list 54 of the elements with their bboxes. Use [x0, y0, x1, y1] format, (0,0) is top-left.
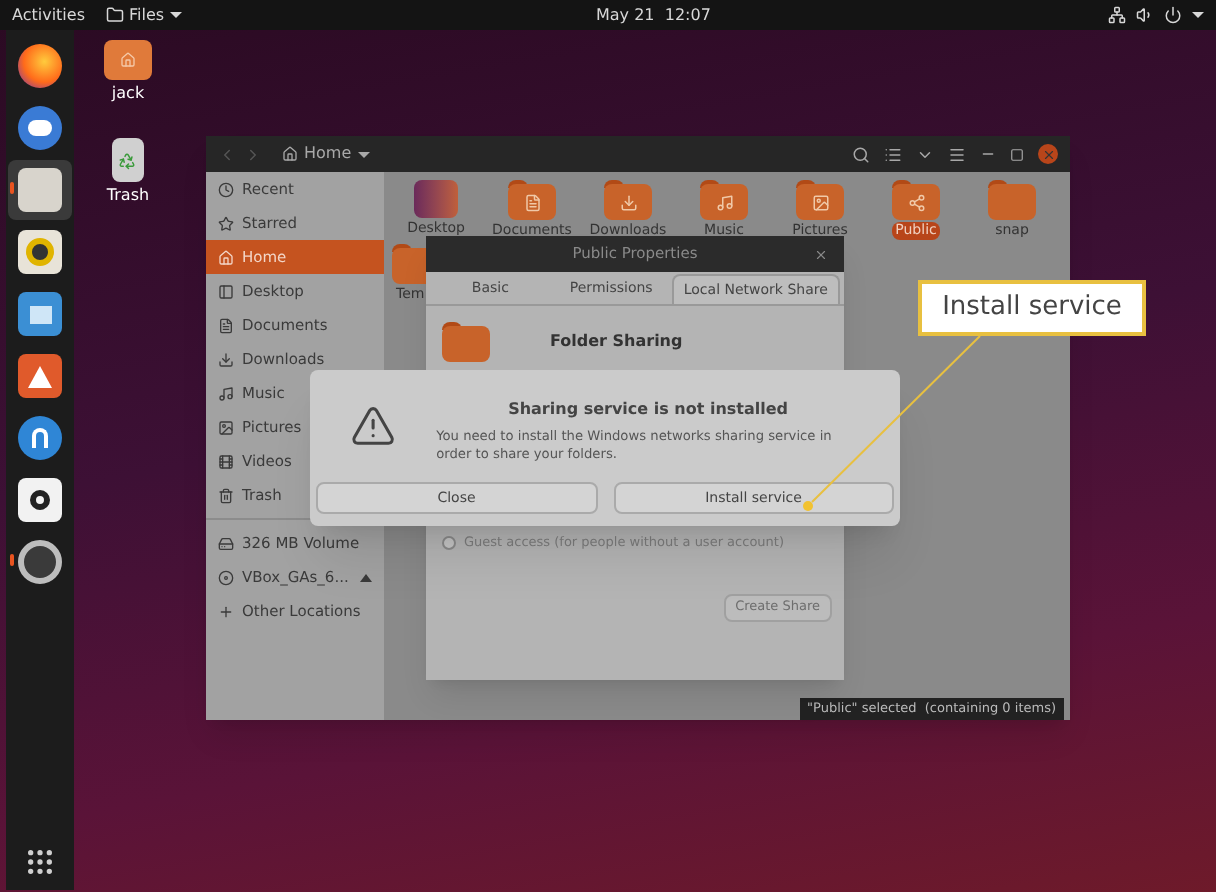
folder-icon	[105, 6, 123, 24]
music-note-icon	[218, 385, 234, 401]
callout-label: Install service	[918, 280, 1146, 336]
folder-icon	[700, 180, 748, 220]
document-icon[interactable]	[18, 292, 62, 336]
close-icon[interactable]	[814, 247, 828, 261]
list-view-icon[interactable]	[884, 145, 902, 163]
folder-icon	[892, 180, 940, 220]
picture-icon	[218, 419, 234, 435]
folder-icon[interactable]	[18, 168, 62, 212]
desktop-icon-label[interactable]: Trash	[106, 184, 150, 208]
app-grid-icon[interactable]	[24, 846, 56, 878]
plus-icon	[218, 603, 234, 619]
caret-icon[interactable]	[1192, 12, 1204, 18]
eject-icon[interactable]	[360, 573, 372, 581]
speaker-icon[interactable]	[18, 230, 62, 274]
trash-icon	[218, 487, 234, 503]
home-icon	[218, 249, 234, 265]
browser-icon[interactable]	[18, 44, 62, 88]
close-icon[interactable]	[1038, 144, 1058, 164]
caret-icon	[170, 12, 183, 18]
alert-title: Sharing service is not installed	[508, 398, 789, 422]
trash-icon[interactable]	[111, 138, 144, 182]
location-button[interactable]: Home	[282, 142, 370, 166]
folder-icon	[508, 180, 556, 220]
clock-icon	[218, 181, 234, 197]
desktop-icon-label[interactable]: jack	[111, 82, 145, 106]
checkbox[interactable]	[442, 536, 456, 551]
home-icon	[282, 146, 298, 162]
film-icon	[218, 453, 234, 469]
folder-icon	[988, 180, 1036, 220]
drive-icon	[218, 535, 234, 551]
section-title: Folder Sharing	[550, 330, 683, 354]
folder-icon	[796, 180, 844, 220]
warning-icon	[350, 402, 397, 450]
search-icon[interactable]	[852, 145, 870, 163]
volume-icon[interactable]	[1136, 6, 1154, 24]
home-folder-icon[interactable]	[104, 40, 152, 80]
maximize-icon[interactable]	[1010, 147, 1024, 161]
folder-icon	[442, 322, 490, 362]
power-icon[interactable]	[1164, 6, 1182, 24]
folder-icon	[414, 180, 458, 218]
activities-button[interactable]: Activities	[12, 3, 85, 27]
network-icon[interactable]	[1108, 6, 1126, 24]
app-menu[interactable]: Files	[105, 3, 183, 27]
clock[interactable]: May 21 12:07	[596, 3, 711, 27]
star-icon	[218, 215, 234, 231]
document-icon	[218, 317, 234, 333]
shopping-bag-icon[interactable]	[18, 354, 62, 398]
disc-icon	[218, 569, 234, 585]
desktop-icon	[218, 283, 234, 299]
menu-icon[interactable]	[948, 145, 966, 163]
folder-icon	[604, 180, 652, 220]
download-icon	[218, 351, 234, 367]
